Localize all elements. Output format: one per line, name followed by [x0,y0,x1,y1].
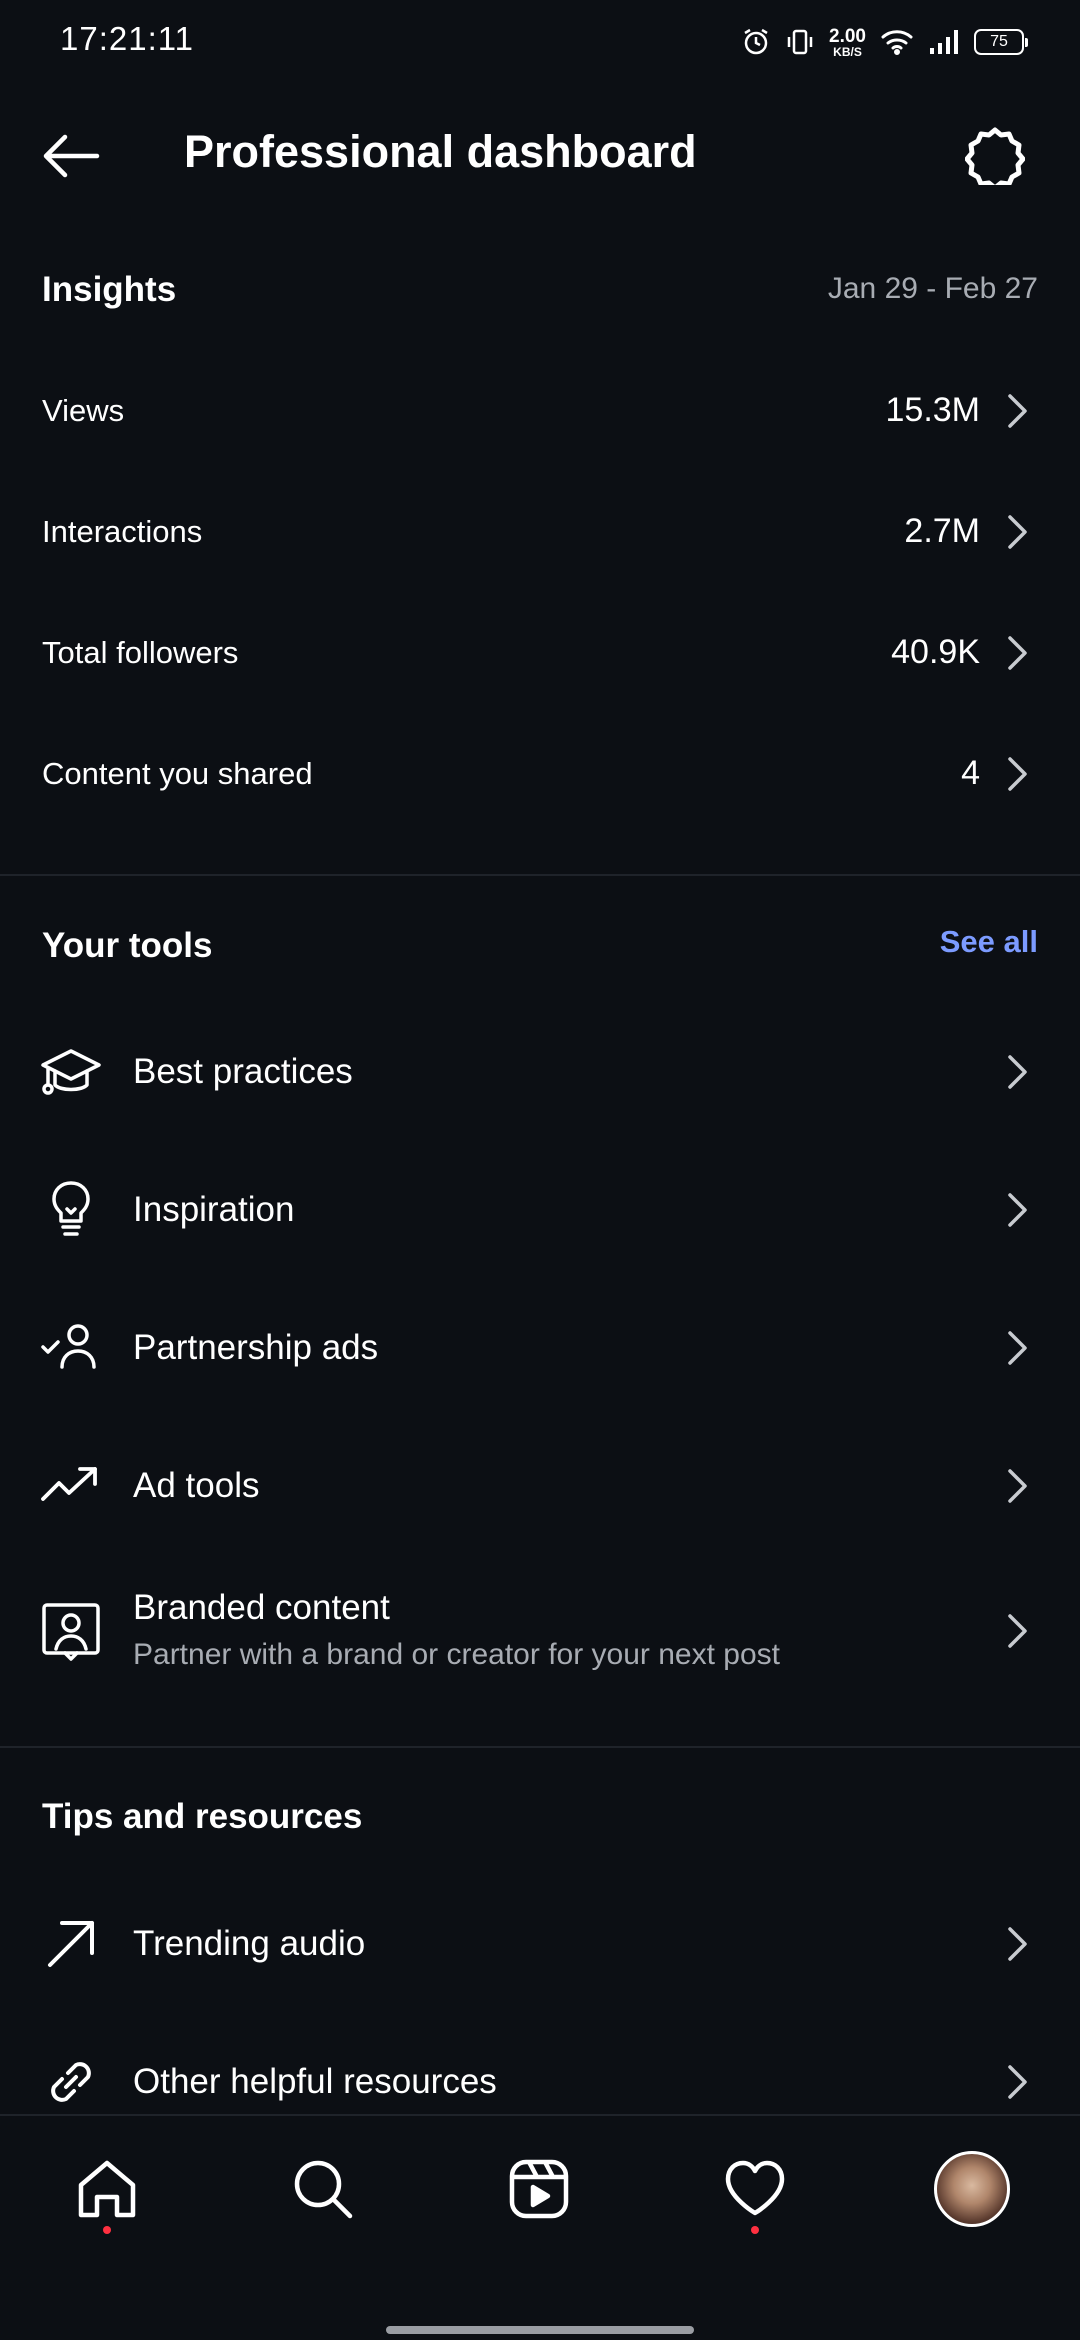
metric-value: 2.7M [904,512,980,550]
see-all-link[interactable]: See all [940,924,1038,960]
insights-title: Insights [42,270,177,309]
net-speed-unit: KB/S [833,44,862,59]
status-icons: 2.00 KB/S 75 [741,22,1028,62]
graduation-cap-icon [41,1049,101,1095]
alarm-icon [741,27,771,57]
tool-label: Ad tools [133,1466,260,1505]
chevron-right-icon [1008,2065,1027,2099]
home-indicator[interactable] [386,2326,694,2334]
link-icon [51,2062,91,2102]
chevron-right-icon [1008,1614,1027,1648]
tool-item-inspiration[interactable]: Inspiration [0,1141,1080,1279]
branded-content-icon [42,1603,100,1661]
tips-title: Tips and resources [42,1797,363,1836]
arrow-left-icon [43,134,100,178]
nav-reels-button[interactable] [494,2144,584,2234]
metric-label: Interactions [42,514,203,549]
tool-item-branded-content[interactable]: Branded content Partner with a brand or … [0,1555,1080,1725]
nav-profile-button[interactable] [927,2144,1017,2234]
tool-label: Inspiration [133,1190,295,1229]
notification-dot [103,2226,111,2234]
metric-row-views[interactable]: Views 15.3M [0,350,1080,471]
wifi-icon [880,27,914,57]
page-title: Professional dashboard [184,126,697,177]
trending-up-icon [41,1467,97,1501]
reels-icon [509,2159,569,2219]
chevron-right-icon [1008,1193,1027,1227]
tools-title: Your tools [42,926,213,965]
home-icon [78,2160,136,2218]
lightbulb-icon [52,1181,90,1236]
chevron-right-icon [1008,757,1027,791]
back-button[interactable] [38,126,104,186]
tool-label: Trending audio [133,1924,366,1963]
chevron-right-icon [1008,515,1027,549]
chevron-right-icon [1008,1469,1027,1503]
metric-value: 40.9K [891,633,980,671]
gear-icon [965,127,1025,185]
metric-row-content-shared[interactable]: Content you shared 4 [0,713,1080,834]
metric-label: Total followers [42,635,239,670]
chevron-right-icon [1008,1927,1027,1961]
nav-activity-button[interactable] [710,2144,800,2234]
arrow-up-right-icon [48,1921,94,1967]
divider [0,1746,1080,1748]
chevron-right-icon [1008,636,1027,670]
metric-row-interactions[interactable]: Interactions 2.7M [0,471,1080,592]
battery-icon: 75 [974,29,1028,55]
metric-row-followers[interactable]: Total followers 40.9K [0,592,1080,713]
vibrate-icon [785,27,815,57]
header: Professional dashboard [0,100,1080,210]
tool-label: Other helpful resources [133,2062,497,2101]
notification-dot [751,2226,759,2234]
status-time: 17:21:11 [60,20,195,57]
avatar [934,2151,1010,2227]
tool-label: Partnership ads [133,1328,379,1367]
date-range[interactable]: Jan 29 - Feb 27 [828,272,1038,306]
person-check-icon [41,1324,96,1369]
tool-label: Branded content [133,1588,390,1627]
chevron-right-icon [1008,394,1027,428]
net-speed: 2.00 KB/S [829,27,866,58]
tool-item-ad-tools[interactable]: Ad tools [0,1417,1080,1555]
bottom-nav [0,2114,1080,2340]
signal-icon [928,28,960,56]
search-icon [294,2160,353,2219]
divider [0,874,1080,876]
tool-sublabel: Partner with a brand or creator for your… [133,1638,780,1671]
nav-search-button[interactable] [278,2144,368,2234]
tip-item-other-resources[interactable]: Other helpful resources [0,2013,1080,2113]
chevron-right-icon [1008,1055,1027,1089]
net-speed-value: 2.00 [829,25,866,47]
metric-value: 15.3M [885,391,981,429]
heart-icon [725,2160,785,2216]
metric-value: 4 [961,754,980,792]
tool-item-partnership-ads[interactable]: Partnership ads [0,1279,1080,1417]
chevron-right-icon [1008,1331,1027,1365]
tip-item-trending-audio[interactable]: Trending audio [0,1875,1080,2013]
tool-item-best-practices[interactable]: Best practices [0,1003,1080,1141]
status-bar: 17:21:11 2.00 KB/S 75 [0,0,1080,80]
tool-label: Best practices [133,1052,353,1091]
metric-label: Content you shared [42,756,313,791]
metric-label: Views [42,393,125,428]
nav-home-button[interactable] [62,2144,152,2234]
settings-button[interactable] [960,120,1030,190]
